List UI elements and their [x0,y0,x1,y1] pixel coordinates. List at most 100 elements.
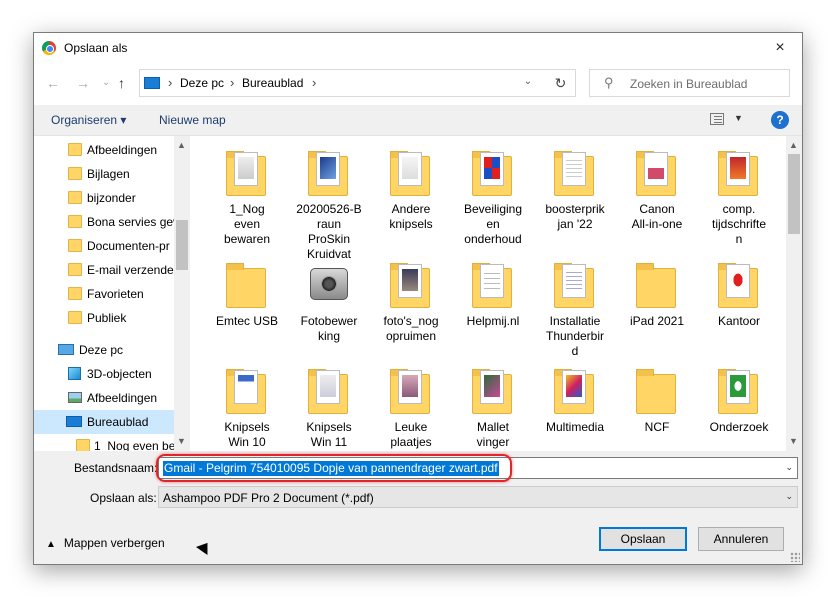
folder-icon [226,368,266,414]
sidebar-item-3d-objecten[interactable]: 3D-objecten [34,362,174,386]
close-button[interactable]: × [758,33,802,63]
folder-item[interactable]: NCF [616,358,698,452]
folder-item[interactable]: Andere knipsels [370,140,452,245]
view-options-icon[interactable] [710,113,724,125]
folder-icon [390,368,430,414]
sidebar-item-label: Publiek [87,311,127,325]
search-input[interactable]: ⚲ Zoeken in Bureaublad [589,69,790,97]
folder-icon [68,263,82,276]
folder-item[interactable]: Multimedia [534,358,616,452]
folder-item[interactable]: foto's_nog opruimen [370,252,452,357]
folder-label: Leuke plaatjes [390,420,432,449]
up-arrow-icon[interactable]: ↑ [118,75,125,91]
folder-icon [718,262,758,308]
scrollbar-thumb[interactable] [788,154,800,234]
sidebar-item-email-verzender[interactable]: E-mail verzender [34,258,174,282]
folder-label: foto's_nog opruimen [383,314,439,343]
new-folder-button[interactable]: Nieuwe map [159,113,226,127]
save-button[interactable]: Opslaan [599,527,687,551]
desktop-icon [66,416,82,427]
folder-item[interactable]: Knipsels Win 11 [288,358,370,452]
sidebar-scrollbar[interactable]: ▲ ▼ [174,136,190,452]
folder-icon [718,150,758,196]
folder-label: Installatie Thunderbir d [545,314,605,358]
sidebar-item-bona-servies[interactable]: Bona servies gev [34,210,174,234]
folder-icon [226,150,266,196]
folder-item[interactable]: boosterprik jan '22 [534,140,616,245]
recent-locations-chevron-icon[interactable]: ⌄ [102,77,110,88]
hide-folders-toggle[interactable]: ▲ Mappen verbergen [46,536,165,550]
scroll-down-icon[interactable]: ▼ [177,436,186,446]
folder-icon [554,262,594,308]
cancel-button[interactable]: Annuleren [698,527,784,551]
folder-icon [636,262,676,308]
folder-icon [68,239,82,252]
dialog-title: Opslaan als [64,41,128,55]
sidebar-item-bijlagen[interactable]: Bijlagen [34,162,174,186]
folder-item[interactable]: Beveiliging en onderhoud [452,140,534,246]
breadcrumb-separator-icon[interactable]: › [168,75,172,90]
folder-label: iPad 2021 [629,314,685,328]
scroll-up-icon[interactable]: ▲ [789,140,798,150]
sidebar-item-afbeeldingen[interactable]: Afbeeldingen [34,138,174,162]
breadcrumb-deze-pc[interactable]: Deze pc [180,76,224,90]
sidebar-item-bijzonder[interactable]: bijzonder [34,186,174,210]
folder-item[interactable]: Knipsels Win 10 [206,358,288,452]
back-arrow-icon[interactable]: ← [46,75,60,91]
folder-item[interactable]: comp. tijdschrifte n [698,140,780,246]
filetype-select[interactable]: Ashampoo PDF Pro 2 Document (*.pdf) ⌄ [158,486,798,508]
scrollbar-thumb[interactable] [176,220,188,270]
3d-objects-icon [68,367,81,380]
filename-dropdown-icon[interactable]: ⌄ [785,462,793,473]
folder-icon [472,262,512,308]
sidebar-item-afbeeldingen-pc[interactable]: Afbeeldingen [34,386,174,410]
folder-label: 1_Nog even bewaren [223,202,271,246]
toolbar: Organiseren ▾ Nieuwe map ▼ ? [34,105,802,135]
folder-label: Onderzoek [709,420,769,434]
sidebar-item-label: Favorieten [87,287,144,301]
filetype-dropdown-icon[interactable]: ⌄ [785,491,793,502]
sidebar-item-label: Deze pc [79,343,124,357]
breadcrumb-bureaublad[interactable]: Bureaublad [242,76,303,90]
refresh-button[interactable]: ↻ [546,69,576,97]
scroll-up-icon[interactable]: ▲ [177,140,186,150]
address-bar[interactable]: › Deze pc › Bureaublad › ⌄ [139,69,576,97]
folder-item[interactable]: 20200526-B raun ProSkin Kruidvat [288,140,370,261]
folder-item[interactable]: Helpmij.nl [452,252,534,357]
folder-icon [554,150,594,196]
breadcrumb-separator-icon[interactable]: › [230,75,234,90]
sidebar-item-publiek[interactable]: Publiek [34,306,174,330]
sidebar-item-favorieten[interactable]: Favorieten [34,282,174,306]
help-icon[interactable]: ? [771,111,789,129]
folder-item[interactable]: Emtec USB [206,252,288,357]
folder-item[interactable]: 1_Nog even bewaren [206,140,288,246]
sidebar-item-label: Afbeeldingen [87,391,158,405]
folder-label: Helpmij.nl [466,314,520,328]
chevron-up-icon: ▲ [46,539,56,550]
folder-label: boosterprik jan '22 [545,202,605,231]
folder-item[interactable]: Kantoor [698,252,780,357]
folder-item[interactable]: Installatie Thunderbir d [534,252,616,358]
title-bar: Opslaan als × [34,33,802,63]
view-dropdown-icon[interactable]: ▼ [734,113,743,123]
address-dropdown-icon[interactable]: ⌄ [515,76,541,87]
resize-grip-icon[interactable] [790,552,800,562]
sidebar-item-label: bijzonder [87,191,136,205]
sidebar-item-nog-even[interactable]: 1_Nog even be [34,434,174,452]
sidebar-item-label: Afbeeldingen [87,143,158,157]
scroll-down-icon[interactable]: ▼ [789,436,798,446]
breadcrumb-separator-icon[interactable]: › [312,75,316,90]
organize-button[interactable]: Organiseren ▾ [51,113,126,127]
sidebar-item-label: E-mail verzender [87,263,174,277]
folder-item[interactable]: Fotobewer king [288,252,370,357]
forward-arrow-icon[interactable]: → [76,75,90,91]
folder-item[interactable]: Onderzoek [698,358,780,452]
folder-item[interactable]: iPad 2021 [616,252,698,357]
sidebar-item-bureaublad[interactable]: Bureaublad [34,410,174,434]
folder-item[interactable]: Mallet vinger [452,358,534,452]
file-list-scrollbar[interactable]: ▲ ▼ [786,136,802,452]
sidebar-item-documenten[interactable]: Documenten-pr [34,234,174,258]
sidebar-item-deze-pc[interactable]: Deze pc [34,338,174,362]
folder-item[interactable]: Canon All-in-one [616,140,698,245]
folder-item[interactable]: Leuke plaatjes [370,358,452,452]
